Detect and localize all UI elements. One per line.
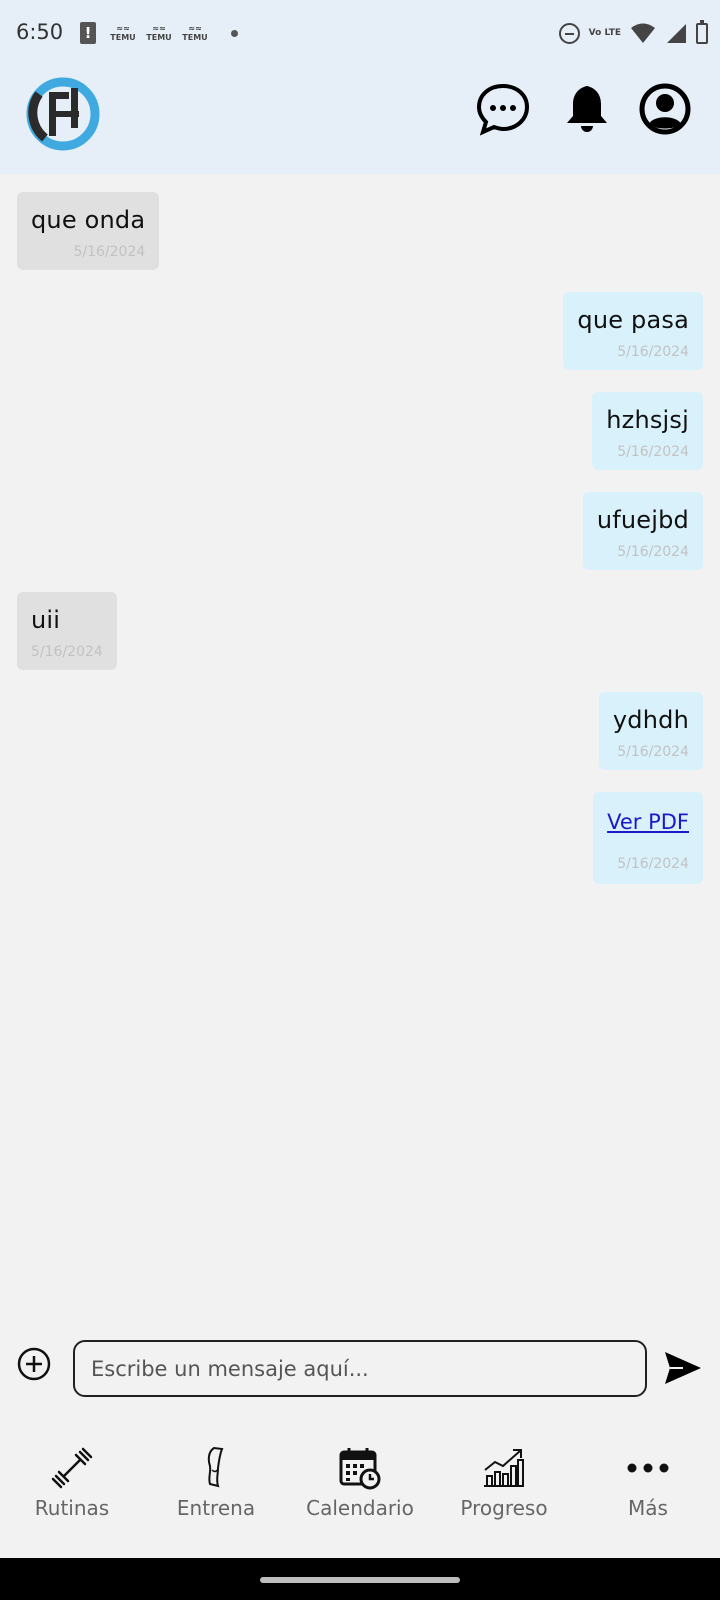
message-date: 5/16/2024 xyxy=(617,344,689,360)
message-text: ydhdh xyxy=(612,706,689,734)
nav-item-entrena[interactable]: Entrena xyxy=(144,1430,288,1558)
message-composer xyxy=(0,1334,720,1397)
more-icon xyxy=(627,1463,669,1473)
nav-label: Más xyxy=(628,1496,668,1520)
leg-icon xyxy=(207,1446,224,1488)
message-bubble-incoming: uii 5/16/2024 xyxy=(17,592,117,670)
wifi-icon xyxy=(631,23,655,43)
temu-notification-icon: ≈≈ TEMU xyxy=(110,24,136,42)
nav-item-rutinas[interactable]: Rutinas xyxy=(0,1430,144,1558)
battery-alert-icon: ! xyxy=(80,22,96,44)
status-bar: 6:50 ! ≈≈ TEMU ≈≈ TEMU ≈≈ TEMU Vo LTE xyxy=(0,0,720,68)
nav-item-mas[interactable]: Más xyxy=(576,1430,720,1558)
message-text: uii xyxy=(31,606,61,634)
progress-chart-icon xyxy=(484,1449,524,1487)
temu-label: TEMU xyxy=(110,33,136,42)
nav-label: Entrena xyxy=(176,1496,256,1520)
battery-icon xyxy=(696,19,708,44)
nav-label: Rutinas xyxy=(34,1496,110,1520)
nav-label: Progreso xyxy=(460,1496,548,1520)
bottom-navigation: Rutinas Entrena Calendario Progreso Más xyxy=(0,1430,720,1558)
status-indicators: Vo LTE xyxy=(558,19,708,46)
send-button[interactable] xyxy=(663,1350,703,1386)
message-date: 5/16/2024 xyxy=(617,856,689,872)
temu-notification-icon: ≈≈ TEMU xyxy=(146,24,172,42)
chat-messages[interactable]: que onda 5/16/2024 que pasa 5/16/2024 hz… xyxy=(0,174,720,1324)
view-pdf-link[interactable]: Ver PDF xyxy=(607,810,689,834)
nav-item-calendario[interactable]: Calendario xyxy=(288,1430,432,1558)
message-date: 5/16/2024 xyxy=(73,244,146,260)
message-text: que pasa xyxy=(577,306,689,334)
message-date: 5/16/2024 xyxy=(617,744,689,760)
do-not-disturb-icon xyxy=(558,22,580,44)
message-text: que onda xyxy=(31,206,146,234)
more-notifications-dot-icon xyxy=(231,30,238,37)
volte-indicator: Vo LTE xyxy=(588,28,621,38)
temu-label: TEMU xyxy=(182,33,208,42)
nav-item-progreso[interactable]: Progreso xyxy=(432,1430,576,1558)
temu-notification-icon: ≈≈ TEMU xyxy=(182,24,208,42)
message-date: 5/16/2024 xyxy=(617,544,689,560)
message-bubble-outgoing: ufuejbd 5/16/2024 xyxy=(582,492,703,570)
system-navigation-bar xyxy=(0,1558,720,1600)
message-date: 5/16/2024 xyxy=(617,444,689,460)
message-bubble-outgoing: que pasa 5/16/2024 xyxy=(563,292,703,370)
message-input[interactable] xyxy=(73,1340,647,1397)
temu-label: TEMU xyxy=(146,33,172,42)
signal-icon xyxy=(667,24,686,43)
message-bubble-incoming: que onda 5/16/2024 xyxy=(17,192,160,270)
message-text: hzhsjsj xyxy=(606,406,689,434)
message-bubble-outgoing-attachment: Ver PDF 5/16/2024 xyxy=(593,792,703,884)
status-time: 6:50 xyxy=(16,20,64,44)
chat-icon[interactable] xyxy=(476,82,530,136)
account-icon[interactable] xyxy=(638,82,692,136)
nav-label: Calendario xyxy=(306,1496,414,1520)
message-bubble-outgoing: hzhsjsj 5/16/2024 xyxy=(592,392,703,470)
bell-icon[interactable] xyxy=(560,82,614,136)
app-header xyxy=(0,68,720,174)
message-date: 5/16/2024 xyxy=(31,644,103,660)
add-attachment-button[interactable] xyxy=(17,1347,51,1381)
home-gesture-handle[interactable] xyxy=(260,1577,460,1583)
app-logo[interactable] xyxy=(25,76,101,152)
message-bubble-outgoing: ydhdh 5/16/2024 xyxy=(598,692,703,770)
message-text: ufuejbd xyxy=(596,506,689,534)
calendar-icon xyxy=(339,1448,381,1490)
dumbbell-icon xyxy=(51,1447,93,1489)
